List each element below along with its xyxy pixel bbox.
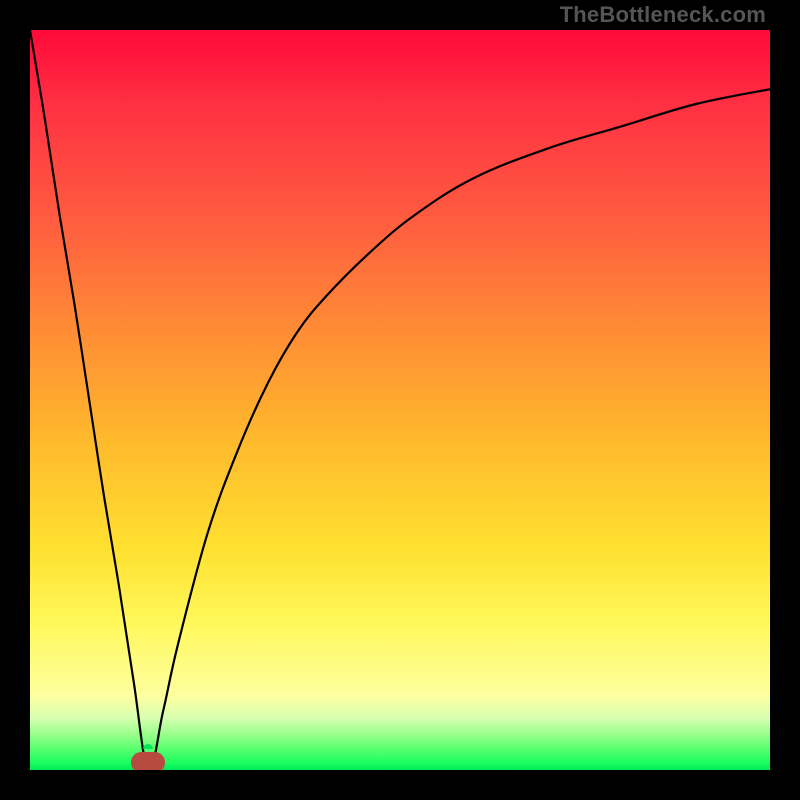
chart-canvas: TheBottleneck.com (0, 0, 800, 800)
curve-layer (30, 30, 770, 770)
bottleneck-curve (30, 30, 770, 770)
watermark-label: TheBottleneck.com (560, 2, 766, 28)
min-point-marker (131, 752, 165, 770)
plot-area (30, 30, 770, 770)
